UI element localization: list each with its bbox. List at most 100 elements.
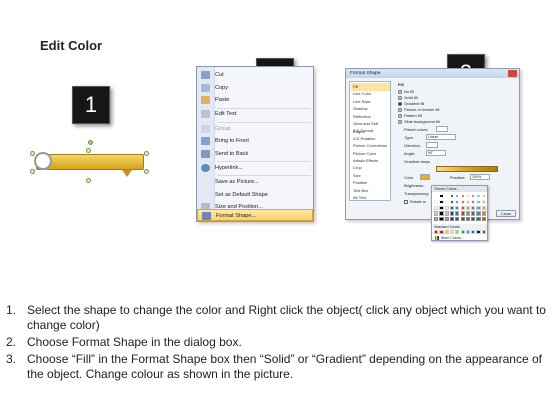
color-swatch[interactable]	[439, 194, 444, 199]
menu-item-paste[interactable]: Paste	[197, 94, 313, 107]
menu-item-edit-text[interactable]: Edit Text	[197, 108, 313, 121]
menu-item-send-to-back[interactable]: Send to Back	[197, 148, 313, 161]
color-swatch[interactable]	[465, 194, 471, 199]
rotate-with-shape-checkbox[interactable]: Rotate w	[404, 199, 426, 204]
color-swatch[interactable]	[444, 211, 449, 216]
menu-item-group[interactable]: Group	[197, 123, 313, 136]
color-swatch[interactable]	[460, 194, 465, 199]
color-swatch[interactable]	[434, 199, 439, 205]
color-swatch[interactable]	[439, 230, 444, 235]
color-swatch[interactable]	[471, 217, 476, 222]
gradient-stops-bar[interactable]	[436, 166, 498, 172]
color-swatch[interactable]	[481, 199, 486, 205]
color-swatch[interactable]	[460, 230, 465, 235]
color-swatch[interactable]	[481, 194, 486, 199]
menu-item-cut[interactable]: Cut	[197, 69, 313, 82]
color-swatch[interactable]	[481, 211, 486, 216]
color-swatch[interactable]	[434, 205, 439, 210]
angle-input[interactable]: 90°	[426, 150, 446, 156]
direction-picker[interactable]	[426, 142, 438, 148]
preset-colors-picker[interactable]	[436, 126, 448, 132]
color-swatch[interactable]	[471, 205, 476, 210]
color-swatch[interactable]	[439, 211, 444, 216]
color-swatch[interactable]	[434, 194, 439, 199]
close-icon[interactable]	[508, 70, 517, 77]
resize-handle[interactable]	[30, 151, 35, 156]
color-swatch[interactable]	[471, 199, 476, 205]
color-swatch[interactable]	[455, 205, 460, 210]
color-swatch[interactable]	[444, 194, 449, 199]
color-swatch[interactable]	[476, 230, 481, 235]
color-swatch[interactable]	[455, 217, 460, 222]
color-swatch[interactable]	[439, 199, 444, 205]
color-swatch[interactable]	[476, 194, 481, 199]
fill-option-no-fill[interactable]: No fill	[398, 89, 414, 94]
resize-handle[interactable]	[86, 178, 91, 183]
fill-option-solid[interactable]: Solid fill	[398, 95, 418, 100]
color-swatch[interactable]	[444, 199, 449, 205]
resize-handle[interactable]	[30, 169, 35, 174]
color-swatch[interactable]	[460, 211, 465, 216]
color-picker-button[interactable]	[420, 174, 430, 180]
color-swatch[interactable]	[481, 217, 486, 222]
color-swatch[interactable]	[460, 217, 465, 222]
color-swatch[interactable]	[444, 230, 449, 235]
menu-item-copy[interactable]: Copy	[197, 82, 313, 95]
more-colors-link[interactable]: More Colors...	[435, 236, 464, 241]
color-swatch[interactable]	[465, 211, 471, 216]
rotation-handle[interactable]	[88, 140, 93, 145]
color-swatch[interactable]	[444, 205, 449, 210]
fill-option-picture[interactable]: Picture or texture fill	[398, 107, 439, 112]
color-swatch[interactable]	[449, 230, 455, 235]
resize-handle[interactable]	[144, 169, 149, 174]
color-swatch[interactable]	[471, 211, 476, 216]
selected-shape[interactable]	[30, 140, 152, 188]
color-swatch[interactable]	[439, 217, 444, 222]
color-swatch[interactable]	[465, 230, 471, 235]
color-swatch[interactable]	[476, 205, 481, 210]
fill-option-slide-bg[interactable]: Slide background fill	[398, 119, 440, 124]
color-swatch[interactable]	[481, 205, 486, 210]
color-swatch[interactable]	[449, 199, 455, 205]
color-swatch[interactable]	[460, 205, 465, 210]
color-swatch[interactable]	[455, 230, 460, 235]
menu-item-save-as-picture[interactable]: Save as Picture...	[197, 176, 313, 189]
color-swatch[interactable]	[439, 205, 444, 210]
color-swatch[interactable]	[455, 194, 460, 199]
color-swatch[interactable]	[481, 230, 486, 235]
type-select[interactable]: Linear	[426, 134, 456, 140]
color-swatch[interactable]	[460, 199, 465, 205]
menu-item-format-shape[interactable]: Format Shape...	[197, 208, 313, 222]
color-swatch[interactable]	[465, 205, 471, 210]
color-swatch[interactable]	[476, 211, 481, 216]
color-swatch[interactable]	[434, 230, 439, 235]
color-swatch[interactable]	[465, 217, 471, 222]
color-swatch[interactable]	[449, 205, 455, 210]
resize-handle[interactable]	[144, 151, 149, 156]
menu-item-bring-to-front[interactable]: Bring to Front	[197, 135, 313, 148]
color-swatch[interactable]	[444, 217, 449, 222]
color-swatch[interactable]	[434, 217, 439, 222]
color-swatch[interactable]	[476, 199, 481, 205]
theme-colors-heading: Theme Colors	[432, 186, 487, 192]
instruction-text: Choose “Fill” in the Format Shape box th…	[27, 352, 542, 381]
shape-bar[interactable]	[36, 154, 144, 170]
color-swatch[interactable]	[471, 230, 476, 235]
category-item[interactable]: Alt Text	[351, 194, 390, 202]
color-swatch[interactable]	[434, 211, 439, 216]
color-swatch[interactable]	[465, 199, 471, 205]
close-button[interactable]: Close	[496, 210, 516, 217]
fill-option-pattern[interactable]: Pattern fill	[398, 113, 422, 118]
color-swatch[interactable]	[471, 194, 476, 199]
color-swatch[interactable]	[449, 194, 455, 199]
fill-option-gradient[interactable]: Gradient fill	[398, 101, 424, 106]
resize-handle[interactable]	[86, 148, 91, 153]
color-swatch[interactable]	[455, 211, 460, 216]
color-swatch[interactable]	[449, 211, 455, 216]
menu-item-hyperlink[interactable]: Hyperlink...	[197, 162, 313, 175]
color-swatch[interactable]	[449, 217, 455, 222]
menu-item-set-default-shape[interactable]: Set as Default Shape	[197, 189, 313, 202]
color-swatch[interactable]	[476, 217, 481, 222]
color-swatch[interactable]	[455, 199, 460, 205]
position-input[interactable]: 100%	[470, 174, 490, 180]
